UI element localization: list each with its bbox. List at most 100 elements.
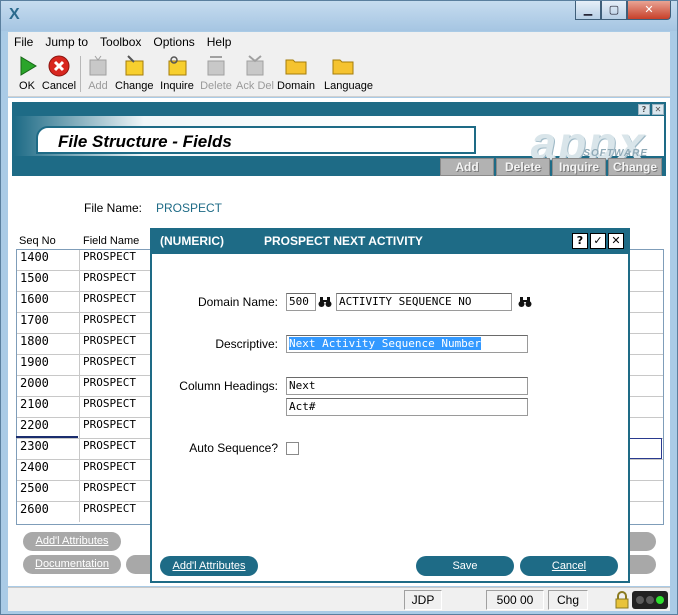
tab-add[interactable]: Add [440, 158, 494, 176]
dialog-attributes-button[interactable]: Add'l Attributes [160, 556, 258, 576]
toolbar: OK Cancel Add Change Inquire Delete Ack … [8, 52, 670, 97]
window-controls: ▁ ▢ ✕ [575, 1, 671, 20]
folder-icon [285, 59, 307, 75]
inquire-toolbar-button[interactable]: Inquire [158, 54, 196, 96]
language-label: Language [324, 80, 373, 92]
field-name-cell[interactable]: PROSPECT [81, 439, 161, 459]
seq-cell[interactable]: 2100 [17, 397, 80, 417]
seq-cell[interactable]: 2300 [17, 439, 80, 459]
delete-toolbar-button[interactable]: Delete [197, 54, 235, 96]
seq-cell[interactable]: 2600 [17, 502, 80, 522]
field-name-cell[interactable]: PROSPECT [81, 313, 161, 333]
field-name-cell[interactable]: PROSPECT [81, 355, 161, 375]
ack-delete-toolbar-button[interactable]: Ack Del [236, 54, 274, 96]
domain-label: Domain [277, 80, 315, 92]
tab-inquire[interactable]: Inquire [552, 158, 606, 176]
domain-name-lookup-icon[interactable] [516, 293, 534, 311]
menu-options[interactable]: Options [153, 35, 194, 49]
delete-label: Delete [200, 80, 232, 92]
seq-cell[interactable]: 1400 [17, 250, 80, 270]
seq-cell[interactable]: 1600 [17, 292, 80, 312]
field-name-cell[interactable]: PROSPECT [81, 271, 161, 291]
tab-delete[interactable]: Delete [496, 158, 550, 176]
connection-lights [632, 591, 668, 609]
descriptive-input-text: Next Activity Sequence Number [289, 337, 482, 350]
cancel-label: Cancel [41, 80, 77, 92]
cancel-button[interactable]: Cancel [520, 556, 618, 576]
hidden-button-right-2[interactable] [626, 555, 656, 574]
field-name-cell[interactable]: PROSPECT [81, 460, 161, 480]
hidden-button-right-1[interactable] [626, 532, 656, 551]
close-button[interactable]: ✕ [627, 1, 671, 20]
focus-indicator [16, 436, 78, 438]
file-name-label: File Name: [84, 201, 143, 215]
page-header: ? ✕ File Structure - Fields appx SOFTWAR… [12, 102, 666, 176]
grid-attributes-button[interactable]: Add'l Attributes [23, 532, 121, 551]
seq-cell[interactable]: 2000 [17, 376, 80, 396]
field-name-cell[interactable]: PROSPECT [81, 397, 161, 417]
field-name-cell[interactable]: PROSPECT [81, 481, 161, 501]
ack-delete-icon [246, 55, 264, 76]
seq-cell[interactable]: 1900 [17, 355, 80, 375]
seq-cell[interactable]: 2500 [17, 481, 80, 501]
column-header-field-name: Field Name [83, 235, 140, 247]
seq-cell[interactable]: 1700 [17, 313, 80, 333]
page-title-box: File Structure - Fields [36, 126, 476, 154]
header-help-icon[interactable]: ? [638, 104, 650, 115]
minimize-button[interactable]: ▁ [575, 1, 601, 20]
lock-icon [615, 591, 629, 609]
field-name-cell[interactable]: PROSPECT [81, 334, 161, 354]
field-name-cell[interactable]: PROSPECT [81, 376, 161, 396]
dialog-ok-icon[interactable]: ✓ [590, 233, 606, 249]
menu-help[interactable]: Help [207, 35, 232, 49]
seq-cell[interactable]: 1500 [17, 271, 80, 291]
domain-code-input[interactable]: 500 [286, 293, 316, 311]
column-header-seq-no: Seq No [19, 235, 56, 247]
change-toolbar-button[interactable]: Change [115, 54, 154, 96]
field-name-cell[interactable]: PROSPECT [81, 418, 161, 438]
column-heading-line-2-input[interactable]: Act# [286, 398, 528, 416]
tab-change[interactable]: Change [608, 158, 662, 176]
seq-cell[interactable]: 1800 [17, 334, 80, 354]
dialog-close-icon[interactable]: ✕ [608, 233, 624, 249]
domain-code-lookup-icon[interactable] [316, 293, 334, 311]
seq-cell[interactable]: 2400 [17, 460, 80, 480]
dialog-caption: PROSPECT NEXT ACTIVITY [264, 234, 423, 248]
dialog-help-icon[interactable]: ? [572, 233, 588, 249]
title-bar[interactable]: X ▁ ▢ ✕ [1, 1, 677, 31]
column-heading-line-1-input[interactable]: Next [286, 377, 528, 395]
ack-delete-label: Ack Del [236, 80, 274, 92]
header-close-icon[interactable]: ✕ [652, 104, 664, 115]
menu-toolbox[interactable]: Toolbox [100, 35, 141, 49]
cancel-button-label: Cancel [551, 560, 587, 572]
documentation-button[interactable]: Documentation [23, 555, 121, 574]
auto-sequence-checkbox[interactable] [286, 442, 299, 455]
menu-bar: File Jump to Toolbox Options Help [8, 32, 670, 52]
folder-icon [332, 59, 354, 75]
add-toolbar-button[interactable]: Add [79, 54, 117, 96]
domain-toolbar-button[interactable]: Domain [277, 54, 315, 96]
save-button[interactable]: Save [416, 556, 514, 576]
field-name-cell[interactable]: PROSPECT [81, 250, 161, 270]
app-window: X ▁ ▢ ✕ File Jump to Toolbox Options Hel… [0, 0, 678, 615]
field-name-cell[interactable]: PROSPECT [81, 502, 161, 522]
cancel-toolbar-button[interactable]: Cancel [40, 54, 78, 96]
status-light-off [646, 596, 654, 604]
domain-name-input[interactable]: ACTIVITY SEQUENCE NO [336, 293, 512, 311]
menu-jump-to[interactable]: Jump to [45, 35, 88, 49]
field-name-cell[interactable]: PROSPECT [81, 292, 161, 312]
descriptive-input[interactable]: Next Activity Sequence Number [286, 335, 528, 353]
seq-cell[interactable]: 2200 [17, 418, 80, 438]
status-code: 500 00 [486, 590, 544, 610]
language-toolbar-button[interactable]: Language [324, 54, 373, 96]
dialog-title-bar[interactable]: (NUMERIC) PROSPECT NEXT ACTIVITY ? ✓ ✕ [152, 230, 628, 254]
change-label: Change [115, 80, 154, 92]
menu-file[interactable]: File [14, 35, 33, 49]
dialog-field-type: (NUMERIC) [160, 234, 224, 248]
inquire-icon [168, 56, 187, 76]
column-headings-label: Column Headings: [179, 379, 278, 393]
play-icon [20, 56, 37, 76]
field-dialog: (NUMERIC) PROSPECT NEXT ACTIVITY ? ✓ ✕ D… [150, 228, 630, 583]
maximize-button[interactable]: ▢ [601, 1, 627, 20]
status-bar: JDP 500 00 Chg [8, 587, 670, 611]
